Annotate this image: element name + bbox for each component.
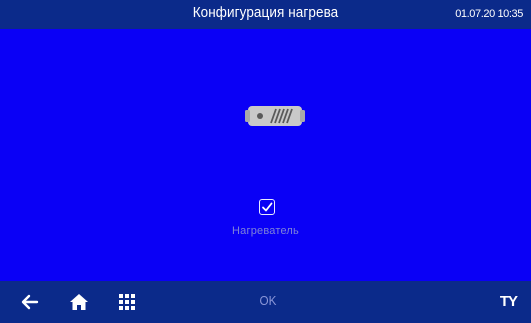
datetime-display: 01.07.20 10:35 [455, 8, 523, 20]
title-bar: Конфигурация нагрева 01.07.20 10:35 [0, 0, 531, 29]
heater-icon [245, 106, 305, 126]
heater-checkbox[interactable] [259, 199, 275, 215]
main-panel: Нагреватель [0, 29, 531, 281]
arrow-left-icon[interactable] [18, 291, 42, 313]
ok-button[interactable]: OK [255, 293, 282, 308]
bottom-toolbar: OK TY [0, 281, 531, 323]
checkmark-icon [262, 202, 273, 212]
home-icon[interactable] [67, 291, 91, 313]
grid-icon[interactable] [115, 291, 139, 313]
tools-button[interactable]: TY [500, 293, 518, 310]
heater-checkbox-label: Нагреватель [232, 225, 299, 237]
page-title: Конфигурация нагрева [192, 4, 339, 21]
